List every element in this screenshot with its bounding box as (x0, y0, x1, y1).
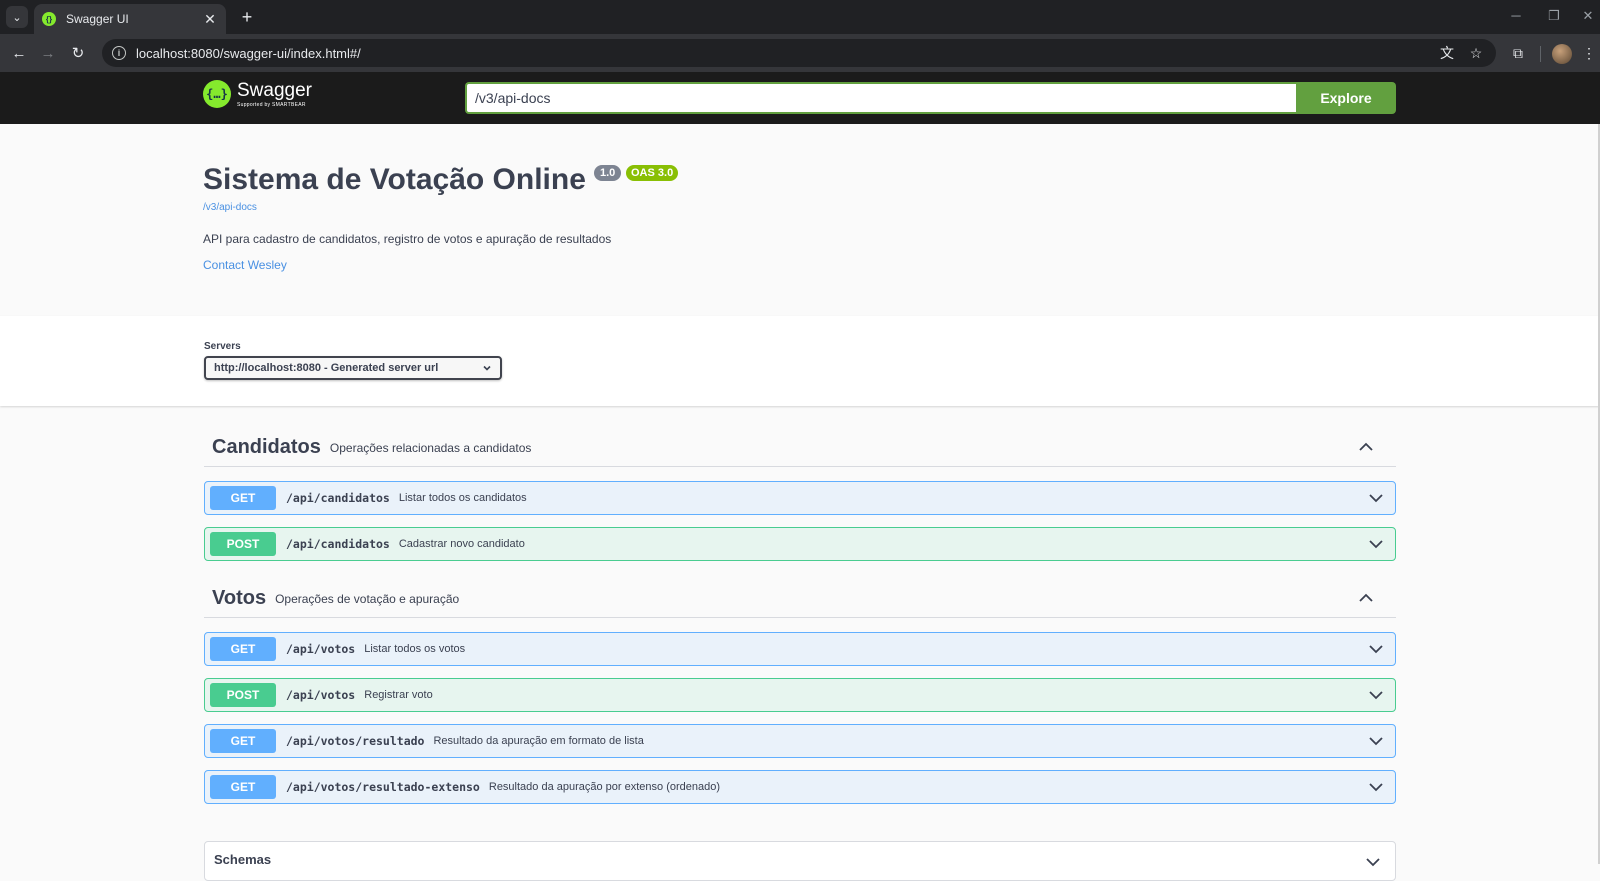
tab-search-chevron-icon[interactable]: ⌄ (6, 6, 28, 28)
schemas-label: Schemas (214, 852, 272, 867)
tag-name: Votos (212, 587, 267, 609)
minimize-icon[interactable]: ─ (1506, 8, 1526, 23)
logo-subtitle: Supported by SMARTBEAR (237, 101, 306, 108)
method-badge: POST (210, 683, 276, 707)
info-section (0, 124, 1600, 316)
swagger-logo[interactable]: {…} Swagger Supported by SMARTBEAR (203, 80, 312, 108)
explore-button[interactable]: Explore (1296, 82, 1396, 114)
method-badge: GET (210, 637, 276, 661)
operation-path: /api/candidatos (286, 491, 390, 505)
operation-path: /api/votos/resultado (286, 734, 425, 748)
close-window-icon[interactable]: ✕ (1578, 8, 1598, 24)
browser-menu-icon[interactable]: ⋮ (1578, 42, 1600, 64)
chevron-down-icon (483, 365, 491, 371)
chevron-up-icon[interactable] (1356, 588, 1376, 608)
logo-wordmark: Swagger (237, 79, 312, 101)
operation-path: /api/candidatos (286, 537, 390, 551)
operation-get-votos-resultado[interactable]: GET /api/votos/resultado Resultado da ap… (204, 724, 1396, 758)
servers-select[interactable]: http://localhost:8080 - Generated server… (204, 356, 502, 380)
tag-name: Candidatos (212, 436, 321, 458)
translate-icon[interactable]: ⽂ (1436, 42, 1458, 64)
operation-get-candidatos[interactable]: GET /api/candidatos Listar todos os cand… (204, 481, 1396, 515)
tag-header-candidatos[interactable]: Candidatos Operações relacionadas a cand… (204, 429, 1396, 467)
version-badge: 1.0 (594, 165, 622, 181)
tab-close-icon[interactable]: ✕ (202, 11, 218, 28)
spec-link[interactable]: /v3/api-docs (203, 202, 257, 213)
schemas-section[interactable]: Schemas (204, 841, 1396, 881)
browser-toolbar: ← → ↻ i localhost:8080/swagger-ui/index.… (0, 34, 1600, 72)
operation-summary: Listar todos os candidatos (398, 492, 527, 504)
method-badge: GET (210, 486, 276, 510)
operation-summary: Resultado da apuração em formato de list… (433, 735, 644, 747)
swagger-favicon-icon: {} (42, 12, 56, 26)
contact-link[interactable]: Contact Wesley (203, 258, 287, 272)
operation-summary: Resultado da apuração por extenso (orden… (488, 781, 721, 793)
operation-summary: Listar todos os votos (364, 643, 466, 655)
operation-path: /api/votos (286, 642, 356, 656)
restore-icon[interactable]: ❐ (1544, 8, 1564, 24)
operation-path: /api/votos/resultado-extenso (286, 780, 480, 794)
toolbar-divider (1540, 46, 1541, 62)
method-badge: POST (210, 532, 276, 556)
servers-selected-value: http://localhost:8080 - Generated server… (214, 362, 439, 374)
chevron-down-icon[interactable] (1367, 686, 1385, 704)
chevron-down-icon[interactable] (1367, 535, 1385, 553)
address-url[interactable]: localhost:8080/swagger-ui/index.html#/ (136, 46, 361, 61)
chevron-down-icon[interactable] (1367, 778, 1385, 796)
operation-path: /api/votos (286, 688, 356, 702)
operation-get-votos-resultado-extenso[interactable]: GET /api/votos/resultado-extenso Resulta… (204, 770, 1396, 804)
chevron-up-icon[interactable] (1356, 437, 1376, 457)
operation-post-candidatos[interactable]: POST /api/candidatos Cadastrar novo cand… (204, 527, 1396, 561)
tag-description: Operações de votação e apuração (275, 591, 460, 606)
swagger-logo-icon: {…} (203, 80, 231, 108)
operation-get-votos[interactable]: GET /api/votos Listar todos os votos (204, 632, 1396, 666)
operation-summary: Registrar voto (364, 689, 433, 701)
method-badge: GET (210, 775, 276, 799)
page-title: Sistema de Votação Online (203, 163, 586, 196)
operation-post-votos[interactable]: POST /api/votos Registrar voto (204, 678, 1396, 712)
profile-avatar[interactable] (1552, 44, 1572, 64)
api-description: API para cadastro de candidatos, registr… (203, 232, 612, 246)
bookmark-star-icon[interactable]: ☆ (1465, 42, 1487, 64)
chevron-down-icon[interactable] (1367, 489, 1385, 507)
tag-header-votos[interactable]: Votos Operações de votação e apuração (204, 580, 1396, 618)
browser-tab[interactable]: {} Swagger UI ✕ (34, 4, 226, 34)
operation-summary: Cadastrar novo candidato (398, 538, 525, 550)
site-info-icon[interactable]: i (112, 46, 126, 60)
forward-arrow-icon[interactable]: → (37, 42, 59, 64)
spec-url-input[interactable] (465, 82, 1296, 114)
oas-badge: OAS 3.0 (626, 165, 679, 181)
browser-tab-bar: ⌄ {} Swagger UI ✕ + ─ ❐ ✕ (0, 0, 1600, 34)
reload-icon[interactable]: ↻ (67, 42, 89, 64)
back-arrow-icon[interactable]: ← (8, 42, 30, 64)
new-tab-button[interactable]: + (236, 6, 258, 28)
servers-label: Servers (204, 341, 241, 352)
address-bar[interactable]: i localhost:8080/swagger-ui/index.html#/ (102, 39, 1496, 67)
tag-description: Operações relacionadas a candidatos (329, 440, 532, 455)
chevron-down-icon[interactable] (1365, 854, 1381, 870)
extensions-puzzle-icon[interactable]: ⧉ (1507, 42, 1529, 64)
method-badge: GET (210, 729, 276, 753)
tab-title: Swagger UI (66, 12, 129, 26)
chevron-down-icon[interactable] (1367, 640, 1385, 658)
chevron-down-icon[interactable] (1367, 732, 1385, 750)
